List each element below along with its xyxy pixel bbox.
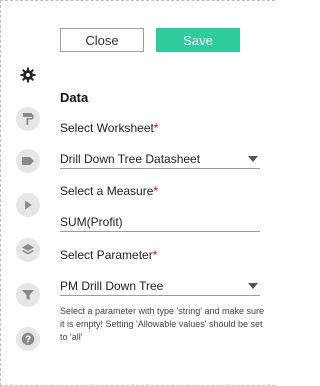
play-icon[interactable] [16, 193, 40, 217]
measure-select-value: SUM(Profit) [60, 214, 123, 229]
tag-icon[interactable] [16, 149, 40, 173]
gear-icon[interactable] [16, 63, 40, 87]
measure-select[interactable]: SUM(Profit) [60, 212, 260, 232]
worksheet-label: Select Worksheet* [60, 121, 159, 135]
required-marker: * [152, 248, 158, 262]
save-button[interactable]: Save [156, 28, 240, 52]
parameter-label-text: Select Parameter [60, 248, 153, 262]
parameter-help-text: Select a parameter with type 'string' an… [60, 306, 265, 342]
parameter-label: Select Parameter* [60, 248, 157, 262]
paint-roller-icon[interactable] [16, 107, 40, 131]
close-button[interactable]: Close [60, 28, 144, 52]
worksheet-select[interactable]: Drill Down Tree Datasheet [60, 149, 260, 169]
parameter-select-value: PM Drill Down Tree [60, 278, 164, 293]
svg-text:?: ? [25, 335, 31, 346]
help-icon[interactable]: ? [16, 327, 40, 351]
filter-icon[interactable] [16, 283, 40, 307]
measure-label: Select a Measure* [60, 184, 158, 198]
worksheet-select-value: Drill Down Tree Datasheet [60, 151, 201, 166]
parameter-select[interactable]: PM Drill Down Tree [60, 276, 260, 296]
required-marker: * [153, 121, 159, 135]
worksheet-label-text: Select Worksheet [60, 121, 154, 135]
section-heading: Data [60, 90, 89, 105]
layers-icon[interactable] [16, 238, 40, 262]
measure-label-text: Select a Measure [60, 184, 154, 198]
chevron-down-icon[interactable] [248, 283, 258, 289]
chevron-down-icon[interactable] [248, 156, 258, 162]
required-marker: * [153, 184, 159, 198]
